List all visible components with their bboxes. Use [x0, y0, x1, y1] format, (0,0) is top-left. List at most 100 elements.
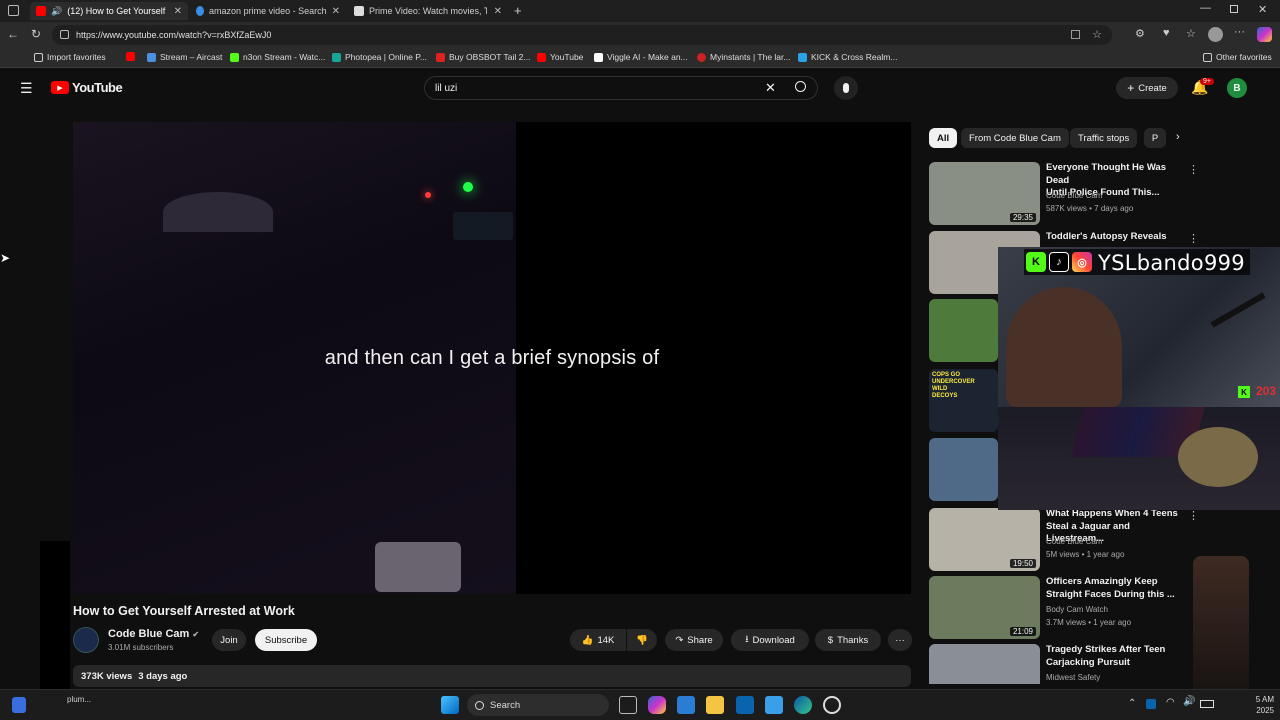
- tab-actions-icon[interactable]: [8, 5, 19, 16]
- refresh-icon[interactable]: ↻: [31, 27, 41, 41]
- subscribe-button[interactable]: Subscribe: [255, 629, 317, 651]
- copilot-icon[interactable]: [1257, 27, 1272, 42]
- related-title[interactable]: Toddler's Autopsy Reveals: [1046, 231, 1182, 244]
- bookmark-aircast[interactable]: Stream – Aircast: [147, 52, 222, 62]
- related-title[interactable]: Officers Amazingly Keep Straight Faces Du…: [1046, 576, 1182, 601]
- favorites-icon[interactable]: ☆: [1186, 27, 1196, 40]
- related-thumb[interactable]: COPS GO UNDERCOVER WILD DECOYS: [929, 369, 998, 432]
- bookmark-import[interactable]: Import favorites: [34, 52, 106, 62]
- chips-next-icon[interactable]: ›: [1176, 131, 1180, 143]
- like-button[interactable]: 👍 14K: [570, 629, 626, 651]
- related-thumb[interactable]: [929, 438, 998, 501]
- thanks-button[interactable]: $ Thanks: [815, 629, 881, 651]
- more-vert-icon[interactable]: ⋮: [1188, 163, 1199, 176]
- account-avatar[interactable]: B: [1227, 78, 1247, 98]
- store-icon[interactable]: [677, 696, 695, 714]
- bookmark-label: Myinstants | The lar...: [710, 52, 791, 62]
- edge-icon[interactable]: [794, 696, 812, 714]
- task-view-icon[interactable]: [619, 696, 637, 714]
- bookmark-obsbot[interactable]: Buy OBSBOT Tail 2...: [436, 52, 530, 62]
- tray-chevron-icon[interactable]: ⌃: [1128, 698, 1136, 709]
- channel-name[interactable]: Code Blue Cam ✔: [108, 628, 199, 640]
- bookmark-viggle[interactable]: Viggle AI - Make an...: [594, 52, 688, 62]
- tab-youtube[interactable]: 🔊 (12) How to Get Yourself Arr ✕: [30, 2, 188, 20]
- bookmark-other-favorites[interactable]: Other favorites: [1203, 52, 1272, 62]
- chip-from-channel[interactable]: From Code Blue Cam: [961, 128, 1069, 148]
- related-thumb[interactable]: [929, 644, 1040, 684]
- photos-icon[interactable]: [765, 696, 783, 714]
- description-box[interactable]: 373K views 3 days ago: [73, 665, 911, 687]
- battery-icon[interactable]: [1200, 700, 1214, 708]
- obs-icon[interactable]: [823, 696, 841, 714]
- more-vert-icon[interactable]: ⋮: [1188, 232, 1199, 245]
- search-input[interactable]: lil uzi ✕: [424, 76, 818, 100]
- chip-traffic-stops[interactable]: Traffic stops: [1070, 128, 1138, 148]
- bookmark-youtube-icon-only[interactable]: [126, 52, 139, 61]
- close-tab-icon[interactable]: ✕: [494, 6, 502, 17]
- menu-dots-icon[interactable]: ···: [1234, 26, 1245, 38]
- file-explorer-icon[interactable]: [706, 696, 724, 714]
- channel-avatar[interactable]: [73, 627, 99, 653]
- related-thumb[interactable]: [929, 299, 998, 362]
- copilot-taskbar-icon[interactable]: [648, 696, 666, 714]
- profile-icon[interactable]: [1208, 27, 1223, 42]
- wifi-icon[interactable]: ◠: [1166, 697, 1175, 708]
- related-thumb[interactable]: 19:50: [929, 508, 1040, 571]
- browser-tab-bar: 🔊 (12) How to Get Yourself Arr ✕ amazon …: [0, 0, 1280, 22]
- close-tab-icon[interactable]: ✕: [332, 6, 340, 17]
- tab-bing[interactable]: amazon prime video - Search ✕: [190, 2, 346, 20]
- favorite-star-icon[interactable]: ☆: [1092, 28, 1102, 41]
- related-thumb[interactable]: 29:35: [929, 162, 1040, 225]
- bookmark-n3on[interactable]: n3on Stream - Watc...: [230, 52, 325, 62]
- more-actions-button[interactable]: ···: [888, 629, 912, 651]
- bookmark-myinstants[interactable]: Myinstants | The lar...: [697, 52, 790, 62]
- youtube-logo[interactable]: ▶ YouTube: [51, 80, 123, 95]
- voice-search-button[interactable]: [834, 76, 858, 100]
- related-title[interactable]: Tragedy Strikes After Teen Carjacking Pur…: [1046, 644, 1182, 669]
- system-clock[interactable]: 5 AM 2025: [1256, 694, 1274, 716]
- minimize-icon[interactable]: —: [1200, 2, 1211, 14]
- site-info-icon[interactable]: [60, 30, 69, 39]
- related-channel[interactable]: Code Blue Cam: [1046, 191, 1102, 200]
- download-button[interactable]: ⭳ Download: [731, 629, 809, 651]
- more-vert-icon[interactable]: ⋮: [1188, 509, 1199, 522]
- dislike-button[interactable]: 👎: [627, 629, 657, 651]
- outlook-icon[interactable]: [736, 696, 754, 714]
- bookmark-photopea[interactable]: Photopea | Online P...: [332, 52, 427, 62]
- tab-prime-video[interactable]: Prime Video: Watch movies, TV sh ✕: [348, 2, 508, 20]
- bookmark-youtube[interactable]: YouTube: [537, 52, 583, 62]
- close-tab-icon[interactable]: ✕: [174, 6, 182, 17]
- speaker-icon[interactable]: 🔊: [51, 6, 62, 17]
- related-channel[interactable]: Body Cam Watch: [1046, 605, 1108, 614]
- browser-essentials-icon[interactable]: ♥: [1163, 27, 1170, 39]
- chip-partial[interactable]: P: [1144, 128, 1166, 148]
- chip-all[interactable]: All: [929, 128, 958, 148]
- weather-icon[interactable]: [12, 697, 26, 713]
- thumbs-down-icon: 👎: [636, 634, 648, 646]
- related-channel[interactable]: Code Blue Cam: [1046, 537, 1102, 546]
- reader-icon[interactable]: [1071, 30, 1080, 39]
- search-icon[interactable]: [795, 81, 806, 92]
- maximize-icon[interactable]: [1230, 5, 1238, 13]
- new-tab-icon[interactable]: +: [514, 3, 522, 18]
- hamburger-menu-icon[interactable]: ☰: [20, 80, 33, 97]
- tab-label: (12) How to Get Yourself Arr: [67, 6, 167, 16]
- back-icon[interactable]: ←: [7, 27, 19, 41]
- taskbar-left-item[interactable]: plum...: [67, 695, 91, 704]
- join-button[interactable]: Join: [212, 629, 246, 651]
- video-title: How to Get Yourself Arrested at Work: [73, 604, 295, 618]
- close-window-icon[interactable]: ✕: [1258, 3, 1267, 16]
- tray-app-icon[interactable]: [1146, 699, 1156, 709]
- share-button[interactable]: ↷ Share: [665, 629, 723, 651]
- volume-icon[interactable]: 🔊: [1183, 696, 1195, 707]
- related-channel[interactable]: Midwest Safety: [1046, 673, 1100, 682]
- extensions-icon[interactable]: ⚙: [1135, 27, 1145, 40]
- video-player[interactable]: and then can I get a brief synopsis of: [73, 122, 911, 594]
- windows-start-icon[interactable]: [441, 696, 459, 714]
- create-button[interactable]: + Create: [1116, 77, 1178, 99]
- url-field[interactable]: https://www.youtube.com/watch?v=rxBXfZaE…: [52, 25, 1112, 45]
- clear-search-icon[interactable]: ✕: [765, 80, 776, 96]
- related-thumb[interactable]: 21:09: [929, 576, 1040, 639]
- taskbar-search[interactable]: Search: [467, 694, 609, 716]
- bookmark-kick-cross[interactable]: KICK & Cross Realm...: [798, 52, 897, 62]
